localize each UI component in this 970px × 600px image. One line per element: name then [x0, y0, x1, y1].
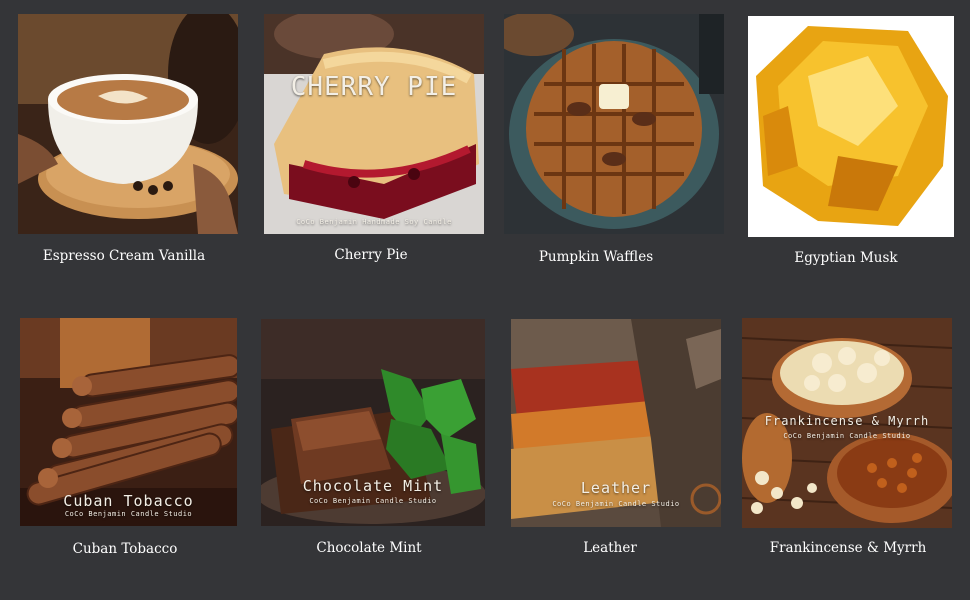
product-caption[interactable]: Espresso Cream Vanilla	[9, 248, 239, 264]
image-overlay-title: Leather	[580, 479, 652, 497]
image-overlay-title: Chocolate Mint	[302, 477, 444, 495]
image-overlay-subtitle: CoCo Benjamin Candle Studio	[783, 432, 911, 440]
product-caption[interactable]: Frankincense & Myrrh	[733, 540, 963, 556]
product-image-cherry-pie[interactable]: CHERRY PIE CoCo Benjamin Handmade Soy Ca…	[264, 14, 484, 234]
product-image-espresso[interactable]	[18, 14, 238, 234]
product-caption[interactable]: Pumpkin Waffles	[481, 249, 711, 265]
image-overlay-subtitle: CoCo Benjamin Handmade Soy Candle	[296, 218, 452, 226]
product-caption[interactable]: Leather	[495, 540, 725, 556]
product-image-egyptian-musk[interactable]	[748, 16, 954, 237]
cherry-pie-image	[264, 14, 484, 234]
product-image-pumpkin-waffles[interactable]	[504, 14, 724, 234]
product-image-chocolate-mint[interactable]: Chocolate Mint CoCo Benjamin Candle Stud…	[261, 319, 485, 526]
image-overlay-subtitle: CoCo Benjamin Candle Studio	[64, 510, 193, 518]
image-overlay-subtitle: CoCo Benjamin Candle Studio	[309, 497, 437, 505]
image-overlay-title: CHERRY PIE	[290, 72, 458, 102]
product-caption[interactable]: Chocolate Mint	[254, 540, 484, 556]
image-overlay-subtitle: CoCo Benjamin Candle Studio	[552, 500, 680, 508]
product-image-cuban-tobacco[interactable]: Cuban Tobacco CoCo Benjamin Candle Studi…	[20, 318, 237, 526]
coffee-cup-image	[18, 14, 238, 234]
amber-resin-image	[748, 16, 954, 237]
image-overlay-title: Frankincense & Myrrh	[764, 414, 930, 428]
product-caption[interactable]: Cuban Tobacco	[10, 541, 240, 557]
product-image-frankincense-myrrh[interactable]: Frankincense & Myrrh CoCo Benjamin Candl…	[742, 318, 952, 528]
product-caption[interactable]: Cherry Pie	[256, 247, 486, 263]
waffle-image	[504, 14, 724, 234]
product-caption[interactable]: Egyptian Musk	[731, 250, 961, 266]
image-overlay-title: Cuban Tobacco	[63, 492, 194, 510]
product-image-leather[interactable]: Leather CoCo Benjamin Candle Studio	[511, 319, 721, 527]
